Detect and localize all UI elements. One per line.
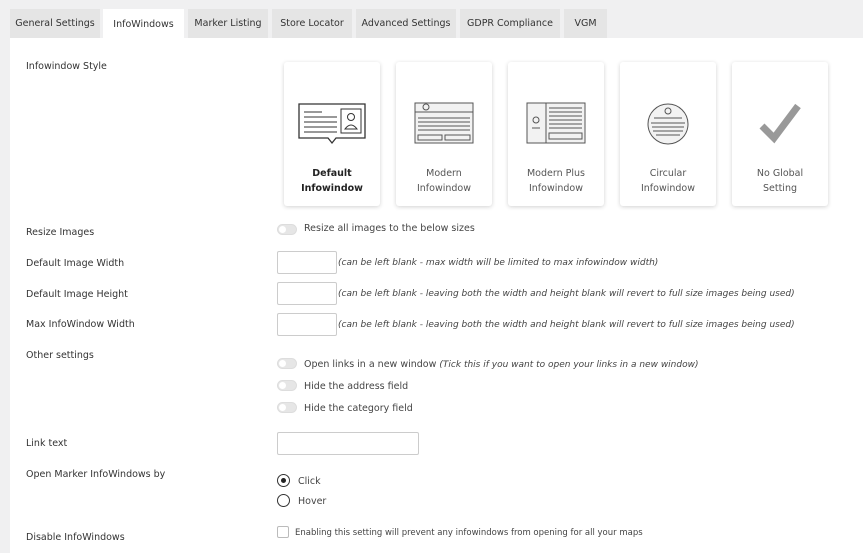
tab-vgm[interactable]: VGM: [564, 9, 607, 38]
infowindow-style-label: Infowindow Style: [26, 61, 107, 72]
circular-infowindow-icon: [647, 103, 689, 145]
open-by-click-text: Click: [298, 476, 321, 487]
style-card-modern-plus[interactable]: Modern Plus Infowindow: [508, 62, 604, 206]
style-card-circular[interactable]: Circular Infowindow: [620, 62, 716, 206]
open-by-hover-text: Hover: [298, 496, 327, 507]
link-text-input[interactable]: [277, 432, 419, 455]
style-subtitle: Infowindow: [301, 183, 363, 194]
resize-images-label: Resize Images: [26, 227, 95, 238]
default-infowindow-icon: [298, 103, 366, 145]
style-title: No Global: [756, 168, 804, 179]
resize-images-toggle[interactable]: [277, 224, 297, 235]
style-subtitle: Infowindow: [416, 183, 472, 194]
image-height-hint: (can be left blank - leaving both the wi…: [338, 289, 795, 299]
tab-infowindows[interactable]: InfoWindows: [103, 9, 184, 39]
tab-general-settings[interactable]: General Settings: [10, 9, 100, 38]
open-by-click-radio[interactable]: [277, 474, 290, 487]
open-by-hover-radio[interactable]: [277, 494, 290, 507]
image-width-label: Default Image Width: [26, 258, 125, 269]
tab-advanced-settings[interactable]: Advanced Settings: [356, 9, 456, 38]
open-by-label: Open Marker InfoWindows by: [26, 469, 166, 480]
style-subtitle: Setting: [762, 183, 797, 194]
disable-infowindows-text: Enabling this setting will prevent any i…: [295, 528, 643, 538]
other-settings-label: Other settings: [26, 350, 94, 361]
style-title: Modern: [426, 168, 462, 179]
new-window-hint: (Tick this if you want to open your link…: [439, 360, 699, 370]
style-subtitle: Infowindow: [528, 183, 584, 194]
image-height-input[interactable]: [277, 282, 337, 305]
max-width-hint: (can be left blank - leaving both the wi…: [338, 320, 795, 330]
max-width-label: Max InfoWindow Width: [26, 319, 135, 330]
link-text-label: Link text: [26, 438, 68, 449]
style-subtitle: Infowindow: [640, 183, 696, 194]
style-title: Modern Plus: [526, 168, 585, 179]
disable-infowindows-label: Disable InfoWindows: [26, 532, 125, 543]
new-window-toggle[interactable]: [277, 358, 297, 369]
style-title: Circular: [649, 168, 687, 179]
image-width-input[interactable]: [277, 251, 337, 274]
resize-images-text: Resize all images to the below sizes: [304, 223, 475, 234]
modern-plus-infowindow-icon: [526, 102, 586, 144]
tab-store-locator[interactable]: Store Locator: [272, 9, 352, 38]
style-card-no-global[interactable]: No Global Setting: [732, 62, 828, 206]
checkmark-icon: [759, 103, 801, 144]
modern-infowindow-icon: [414, 102, 474, 144]
tab-gdpr-compliance[interactable]: GDPR Compliance: [460, 9, 560, 38]
style-card-default[interactable]: Default Infowindow: [284, 62, 380, 206]
hide-category-toggle[interactable]: [277, 402, 297, 413]
new-window-text: Open links in a new window (Tick this if…: [304, 359, 699, 370]
tab-marker-listing[interactable]: Marker Listing: [188, 9, 268, 38]
image-width-hint: (can be left blank - max width will be l…: [338, 258, 659, 268]
hide-address-toggle[interactable]: [277, 380, 297, 391]
hide-address-text: Hide the address field: [304, 381, 409, 392]
max-width-input[interactable]: [277, 313, 337, 336]
disable-infowindows-checkbox[interactable]: [277, 526, 289, 538]
image-height-label: Default Image Height: [26, 289, 128, 300]
style-title: Default: [312, 168, 352, 179]
style-card-modern[interactable]: Modern Infowindow: [396, 62, 492, 206]
hide-category-text: Hide the category field: [304, 403, 413, 414]
